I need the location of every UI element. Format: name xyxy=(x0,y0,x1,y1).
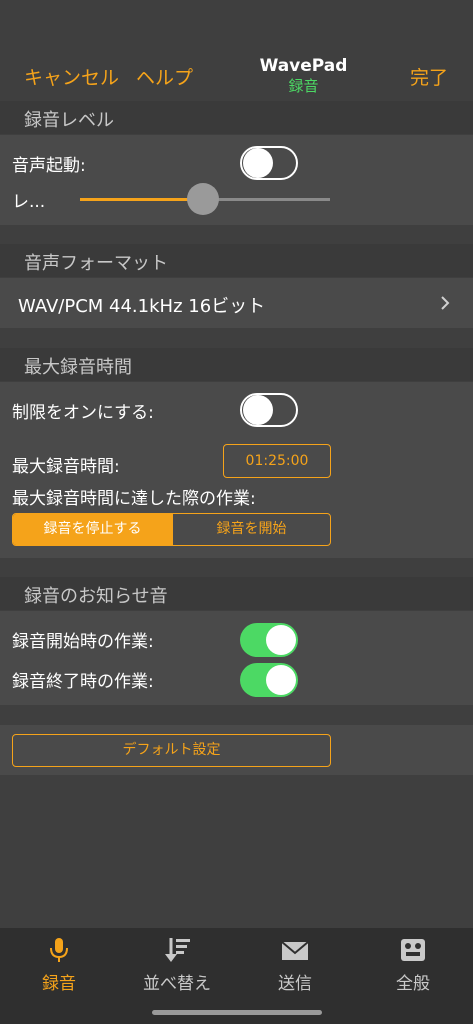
end-sound-toggle[interactable] xyxy=(240,663,298,697)
action-option-stop[interactable]: 録音を停止する xyxy=(13,514,172,545)
notification-group: 録音開始時の作業: 録音終了時の作業: xyxy=(0,611,473,705)
tab-bar: 録音 並べ替え 送信 全般 xyxy=(0,928,473,1024)
limit-toggle[interactable] xyxy=(240,393,298,427)
toggle-knob xyxy=(243,395,273,425)
section-title: 録音レベル xyxy=(24,110,114,131)
chevron-right-icon xyxy=(441,296,450,310)
done-button[interactable]: 完了 xyxy=(410,63,448,90)
microphone-icon xyxy=(50,938,68,962)
home-indicator xyxy=(152,1010,322,1015)
level-label: レ... xyxy=(12,192,46,212)
section-header-notification: 録音のお知らせ音 xyxy=(0,577,473,610)
end-sound-label: 録音終了時の作業: xyxy=(12,672,154,692)
sort-icon xyxy=(165,938,190,962)
action-label: 最大録音時間に達した際の作業: xyxy=(12,489,256,509)
level-slider-thumb[interactable] xyxy=(186,183,219,215)
recording-level-group: 音声起動: レ... xyxy=(0,135,473,225)
defaults-button[interactable]: デフォルト設定 xyxy=(12,734,331,767)
navigation-bar: キャンセル ヘルプ WavePad 録音 完了 xyxy=(0,0,473,100)
toggle-knob xyxy=(266,625,296,655)
audio-format-row[interactable]: WAV/PCM 44.1kHz 16ビット xyxy=(0,278,473,328)
tab-record[interactable]: 録音 xyxy=(0,936,118,994)
section-header-max-recording: 最大録音時間 xyxy=(0,348,473,381)
tab-label: 並べ替え xyxy=(143,974,211,994)
limit-label: 制限をオンにする: xyxy=(12,403,154,423)
envelope-icon xyxy=(281,941,309,960)
general-settings-icon xyxy=(401,939,425,961)
toggle-knob xyxy=(266,665,296,695)
level-slider-fill xyxy=(80,198,203,201)
tab-label: 送信 xyxy=(278,974,312,994)
voice-activation-toggle[interactable] xyxy=(240,146,298,180)
action-segmented-control: 録音を停止する 録音を開始 xyxy=(12,513,331,546)
max-recording-group: 制限をオンにする: 最大録音時間: 01:25:00 最大録音時間に達した際の作… xyxy=(0,382,473,558)
section-header-audio-format: 音声フォーマット xyxy=(0,244,473,277)
tab-label: 録音 xyxy=(42,974,76,994)
tab-label: 全般 xyxy=(396,974,430,994)
app-title: WavePad xyxy=(259,56,348,76)
audio-format-value: WAV/PCM 44.1kHz 16ビット xyxy=(18,296,266,317)
section-title: 音声フォーマット xyxy=(24,253,168,274)
level-slider-track[interactable] xyxy=(80,183,330,215)
voice-activation-label: 音声起動: xyxy=(12,156,86,176)
tab-send[interactable]: 送信 xyxy=(236,936,354,994)
section-title: 最大録音時間 xyxy=(24,357,132,378)
section-header-recording-level: 録音レベル xyxy=(0,101,473,134)
tab-sort[interactable]: 並べ替え xyxy=(118,936,236,994)
tab-general[interactable]: 全般 xyxy=(354,936,472,994)
action-option-start[interactable]: 録音を開始 xyxy=(172,514,330,545)
start-sound-label: 録音開始時の作業: xyxy=(12,632,154,652)
start-sound-toggle[interactable] xyxy=(240,623,298,657)
page-subtitle: 録音 xyxy=(288,77,319,95)
max-time-field[interactable]: 01:25:00 xyxy=(223,444,331,478)
max-time-label: 最大録音時間: xyxy=(12,457,120,477)
toggle-knob xyxy=(243,148,273,178)
defaults-group: デフォルト設定 xyxy=(0,725,473,775)
section-title: 録音のお知らせ音 xyxy=(24,586,168,607)
